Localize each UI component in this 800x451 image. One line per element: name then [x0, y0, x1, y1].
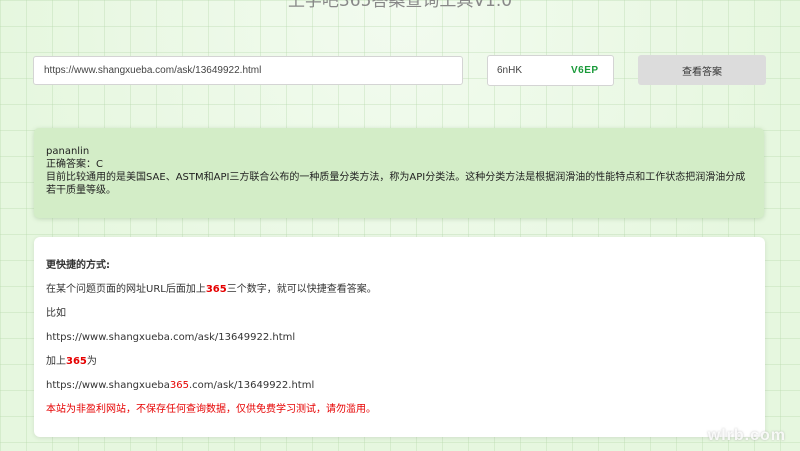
answer-panel: pananlin 正确答案：C 目前比较通用的是美国SAE、ASTM和API三方…	[34, 128, 764, 218]
example-url: https://www.shangxueba.com/ask/13649922.…	[46, 332, 296, 343]
answer-explanation: 目前比较通用的是美国SAE、ASTM和API三方联合公布的一种质量分类方法，称为…	[46, 172, 746, 196]
captcha-field: V6EP	[487, 55, 614, 86]
tips-text: 三个数字，就可以快捷查看答案。	[226, 284, 377, 295]
view-answer-button[interactable]: 查看答案	[638, 55, 766, 85]
captcha-input[interactable]	[488, 65, 557, 76]
correct-answer: 正确答案：C	[46, 159, 103, 170]
highlight-365: 365	[66, 356, 87, 367]
tips-panel: 更快捷的方式: 在某个问题页面的网址URL后面加上365三个数字，就可以快捷查看…	[34, 237, 765, 437]
question-url-input[interactable]	[33, 56, 463, 85]
tips-line-1: 在某个问题页面的网址URL后面加上365三个数字，就可以快捷查看答案。	[46, 283, 753, 296]
highlight-365: 365	[205, 284, 227, 295]
tips-add-line: 加上365为	[46, 355, 753, 368]
example-label: 比如	[46, 308, 66, 319]
result-url: https://www.shangxueba365.com/ask/136499…	[46, 379, 753, 392]
tips-heading: 更快捷的方式:	[46, 260, 110, 271]
page-title: 上学吧365答案查询工具V1.0	[287, 0, 513, 11]
tips-text: 加上	[46, 356, 66, 367]
watermark-logo: wlrb.com	[707, 427, 786, 444]
url-part: .com/ask/13649922.html	[188, 380, 315, 391]
answer-author: pananlin	[46, 146, 90, 157]
disclaimer-notice: 本站为非盈利网站，不保存任何查询数据，仅供免费学习测试，请勿滥用。	[46, 404, 376, 415]
tips-text: 在某个问题页面的网址URL后面加上	[46, 284, 206, 295]
tips-text: 为	[86, 356, 97, 367]
url-part: https://www.shangxueba	[46, 380, 170, 391]
captcha-image[interactable]: V6EP	[571, 65, 599, 76]
url-highlight-365: 365	[169, 380, 189, 391]
